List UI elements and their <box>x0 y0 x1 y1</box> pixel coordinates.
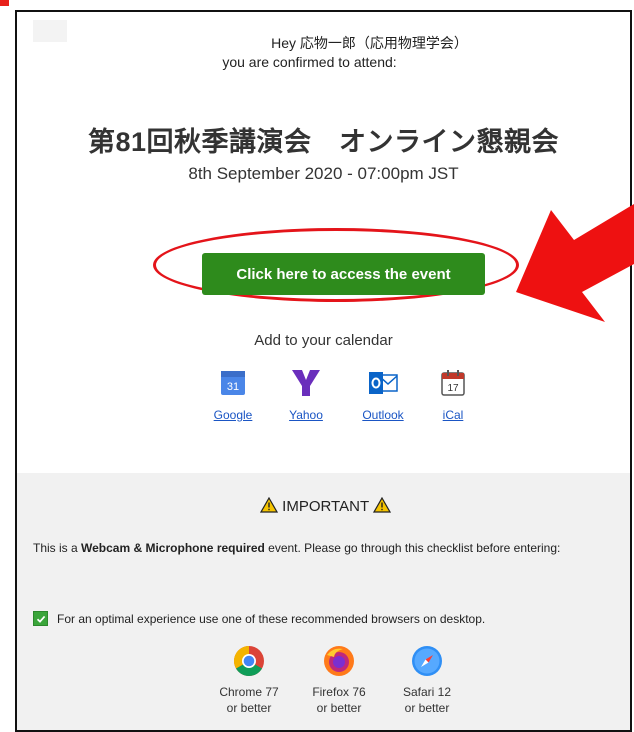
annotation-arrow <box>516 204 634 322</box>
